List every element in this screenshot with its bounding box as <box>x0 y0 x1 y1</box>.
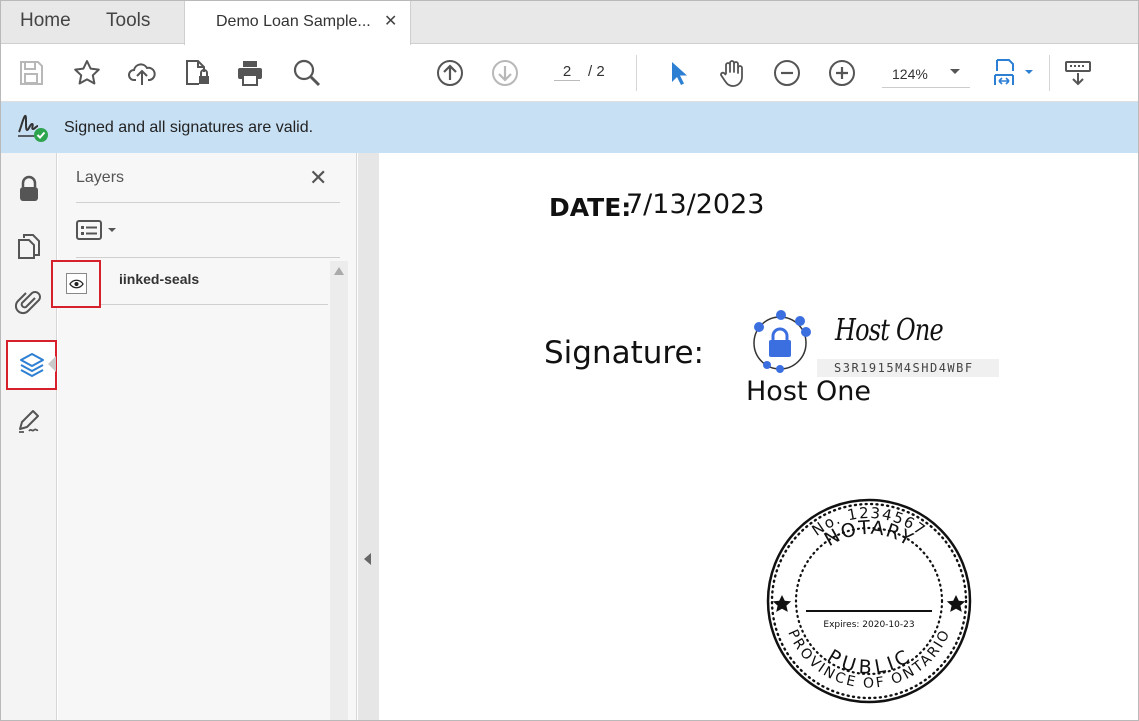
seal-star-left <box>772 595 792 612</box>
zoom-in-icon[interactable] <box>826 57 858 89</box>
acrobat-window: Home Tools Demo Loan Sample... ✕ 2 / 2 1… <box>0 0 1139 721</box>
page-number-input[interactable]: 2 <box>554 63 580 81</box>
print-icon[interactable] <box>234 57 266 89</box>
tab-document[interactable]: Demo Loan Sample... ✕ <box>184 1 411 45</box>
toolbar: 2 / 2 124% <box>1 45 1138 102</box>
close-tab-icon[interactable]: ✕ <box>384 11 397 31</box>
next-page-icon[interactable] <box>489 57 521 89</box>
eye-icon <box>69 279 84 288</box>
layers-options-button[interactable] <box>76 219 120 241</box>
zoom-dropdown[interactable]: 124% <box>882 60 970 88</box>
layer-item[interactable]: iinked-seals <box>51 260 328 308</box>
search-icon[interactable] <box>291 57 323 89</box>
zoom-out-icon[interactable] <box>771 57 803 89</box>
document-page: DATE: 7/13/2023 Signature: Host One S3R1… <box>379 153 1138 720</box>
date-value: 7/13/2023 <box>626 189 765 220</box>
page-total: / 2 <box>588 63 605 80</box>
star-icon[interactable] <box>71 57 103 89</box>
seal-expiry: Expires: 2020-10-23 <box>823 620 914 630</box>
signature-pen-icon[interactable] <box>9 401 49 441</box>
zoom-value: 124% <box>892 66 928 82</box>
scroll-up-icon[interactable] <box>334 267 344 275</box>
security-lock-icon[interactable] <box>9 169 49 209</box>
close-panel-icon[interactable]: ✕ <box>309 165 327 191</box>
attachments-icon[interactable] <box>9 283 49 323</box>
chevron-down-icon <box>950 69 960 74</box>
page-thumbnails-icon[interactable] <box>9 226 49 266</box>
hand-tool-icon[interactable] <box>716 57 748 89</box>
signature-code: S3R1915M4SHD4WBF <box>817 359 999 377</box>
active-panel-caret <box>48 356 56 372</box>
layers-panel: Layers ✕ iinked-seals <box>51 153 357 720</box>
fit-page-icon[interactable] <box>993 57 1037 89</box>
toolbar-divider <box>636 55 637 91</box>
signature-status-text: Signed and all signatures are valid. <box>64 119 314 136</box>
cloud-upload-icon[interactable] <box>126 57 158 89</box>
layer-name: iinked-seals <box>119 271 200 287</box>
save-icon[interactable] <box>15 57 47 89</box>
signature-valid-icon[interactable] <box>15 110 51 144</box>
layers-panel-title: Layers <box>76 169 125 186</box>
collapse-panel-icon[interactable] <box>364 553 371 565</box>
protect-file-icon[interactable] <box>181 57 213 89</box>
divider <box>76 257 340 258</box>
select-cursor-icon[interactable] <box>662 57 694 89</box>
toolbar-divider <box>1049 55 1050 91</box>
tab-tools[interactable]: Tools <box>106 10 150 32</box>
signature-label: Signature: <box>544 335 704 371</box>
signature-banner: Signed and all signatures are valid. <box>1 102 1138 153</box>
signature-lock-logo[interactable] <box>745 307 815 377</box>
tab-bar: Home Tools Demo Loan Sample... ✕ <box>1 1 1138 45</box>
panel-scrollbar[interactable] <box>330 261 348 720</box>
signature-printed-name: Host One <box>746 376 872 407</box>
panel-collapse-strip <box>358 153 379 720</box>
seal-star-right <box>946 595 966 612</box>
options-list-icon <box>76 220 116 240</box>
date-label: DATE: <box>549 193 632 222</box>
keyboard-tools-icon[interactable] <box>1062 57 1094 89</box>
navigation-rail <box>1 153 57 720</box>
signature-script: Host One <box>835 313 944 348</box>
previous-page-icon[interactable] <box>434 57 466 89</box>
notary-seal: No. 1234567 NOTARY Expires: 2020-10-23 P… <box>766 498 972 704</box>
tab-document-label: Demo Loan Sample... <box>216 13 371 30</box>
tab-home[interactable]: Home <box>20 10 71 32</box>
divider <box>76 202 340 203</box>
layer-visibility-toggle[interactable] <box>51 260 101 308</box>
